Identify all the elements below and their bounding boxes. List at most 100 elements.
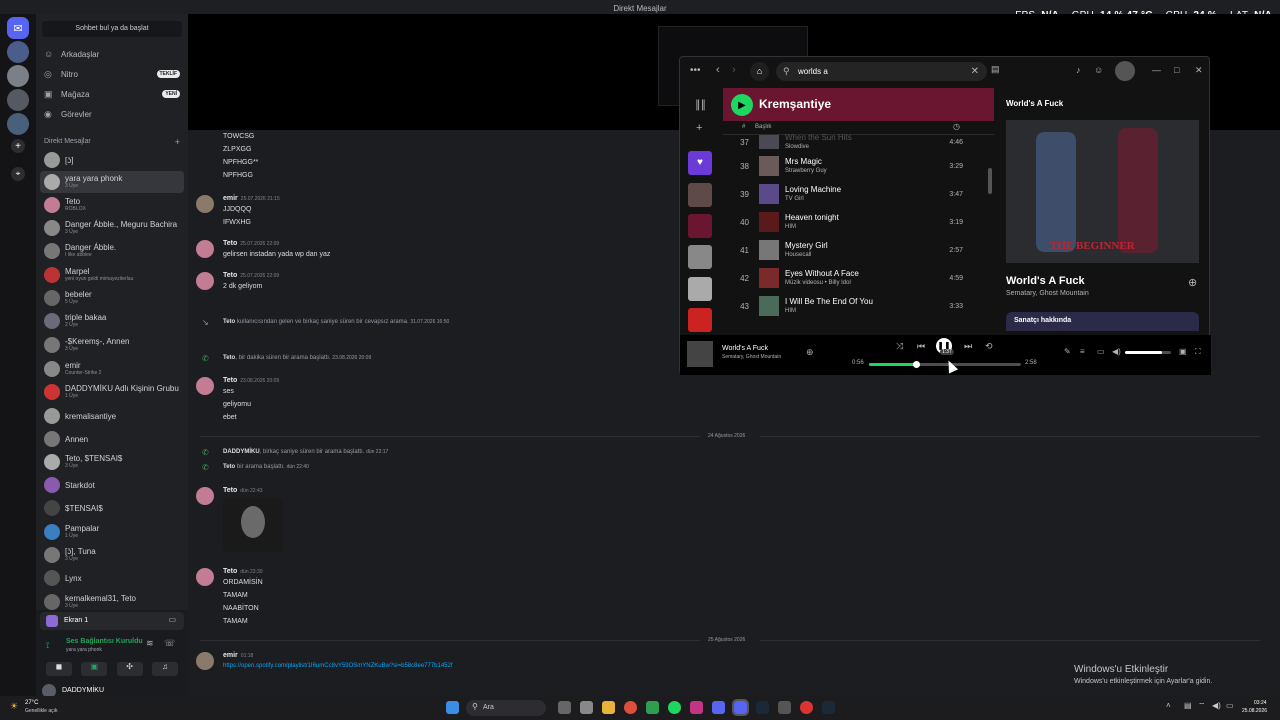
stream-bar[interactable]: Ekran 1 ▭ [40,612,184,630]
nav-shop[interactable]: ▣ Mağaza YENİ [44,86,184,102]
steam-icon[interactable] [822,701,835,714]
track-row[interactable]: 41 Mystery Girl Housecall 2:57 [723,236,994,264]
avatar[interactable] [196,487,214,505]
spotify-icon[interactable] [668,701,681,714]
weather-desc[interactable]: Genellikle açık [25,708,58,714]
dm-item[interactable]: $TENSAI$ [40,497,184,519]
dm-item[interactable]: [ʖ], Tuna 3 Üye [40,544,184,566]
clock-time[interactable]: 03:24 [1254,700,1267,706]
message-author[interactable]: Teto [223,377,237,384]
player-cover[interactable] [687,341,713,367]
taskbar-search[interactable]: ⚲ Ara [466,700,546,716]
disconnect-icon[interactable]: ☏ [164,638,175,649]
queue-icon[interactable]: ≡ [1080,347,1085,356]
dm-item[interactable]: [ʖ] [40,149,184,171]
discord-icon[interactable] [732,699,749,716]
track-artist[interactable]: Strawberry Guy [785,167,827,175]
nav-quests[interactable]: ◉ Görevler [44,106,184,122]
avatar[interactable] [196,240,214,258]
share-screen-icon[interactable]: ▣ [81,662,108,676]
player-artist[interactable]: Sematary, Ghost Mountain [722,354,781,360]
add-to-library-icon[interactable]: ⊕ [1188,276,1197,289]
track-title[interactable]: I Will Be The End Of You [785,297,873,307]
dm-item[interactable]: Teto, $TENSAI$ 3 Üye [40,451,184,473]
create-icon[interactable]: + [696,122,702,134]
forward-icon[interactable]: › [732,64,736,76]
home-icon[interactable]: ⌂ [750,62,769,81]
track-title[interactable]: Loving Machine [785,185,841,195]
scrollbar[interactable] [988,168,992,194]
now-playing-title[interactable]: World's A Fuck [1006,275,1085,287]
volume-slider[interactable] [1125,351,1171,354]
dm-item[interactable]: kremalisantiye [40,405,184,427]
wifi-icon[interactable]: ⌔ [1198,701,1206,711]
library-icon[interactable]: ∥∥ [695,98,706,111]
steam-icon[interactable] [756,701,769,714]
profile-avatar[interactable] [1115,61,1135,81]
track-title[interactable]: Eyes Without A Face [785,269,859,279]
avatar[interactable] [196,568,214,586]
dm-item[interactable]: Danger Ábble., Meguru Bachira 3 Üye [40,217,184,239]
screen-icon[interactable]: ▭ [168,615,176,624]
add-icon[interactable]: ⊕ [806,347,814,358]
maximize-icon[interactable]: □ [1174,65,1179,75]
repeat-icon[interactable]: ⟲ [985,341,993,352]
minecraft-icon[interactable] [646,701,659,714]
liked-songs-icon[interactable]: ♥ [688,151,712,175]
dm-item[interactable]: -$Keremş-, Annen 3 Üye [40,334,184,356]
track-artist[interactable]: TV Girl [785,195,841,203]
spotify-search-input[interactable]: ⚲ worlds a ✕ [776,62,987,81]
bell-icon[interactable]: ♪ [1076,65,1081,75]
dm-item[interactable]: Annen [40,428,184,450]
track-title[interactable]: Mrs Magic [785,157,827,167]
app-icon[interactable] [712,701,725,714]
tray-chevron-icon[interactable]: ˄ [1166,701,1171,710]
more-icon[interactable]: ••• [690,65,701,76]
widget-icon[interactable] [558,701,571,714]
track-row[interactable]: 39 Loving Machine TV Girl 3:47 [723,180,994,208]
playlist-cover[interactable] [688,277,712,301]
volume-tray-icon[interactable]: ◀) [1212,701,1221,710]
message-author[interactable]: emir [223,195,238,202]
progress-knob[interactable] [913,361,921,368]
track-artist[interactable]: Müzik videosu • Billy Idol [785,279,859,287]
fullscreen-icon[interactable]: ⛶ [1195,347,1201,357]
clear-icon[interactable]: ✕ [971,62,979,81]
system-author[interactable]: DADDYMİKU [223,449,260,455]
add-server-icon[interactable]: + [11,139,25,153]
miniplayer-icon[interactable]: ▣ [1179,347,1187,356]
back-icon[interactable]: ‹ [716,64,720,76]
avatar[interactable] [196,272,214,290]
track-title[interactable]: Heaven tonight [785,213,839,223]
avatar[interactable] [196,377,214,395]
noise-suppression-icon[interactable]: ≋ [146,638,154,649]
start-icon[interactable] [446,701,459,714]
dm-item[interactable]: Marpel yeni oyun geldi mimayeziterlau [40,264,184,286]
new-dm-plus-icon[interactable]: + [175,137,180,147]
app-icon[interactable] [778,701,791,714]
dm-item[interactable]: Pampalar 1 Üye [40,521,184,543]
chrome-icon[interactable] [624,701,637,714]
browse-icon[interactable]: ▤ [991,64,1000,75]
message-author[interactable]: Teto [223,568,237,575]
playlist-cover[interactable] [688,183,712,207]
avatar[interactable] [196,652,214,670]
system-author[interactable]: Teto [223,319,235,325]
track-artist[interactable]: HIM [785,223,839,231]
volume-icon[interactable]: ◀) [1112,347,1121,356]
nav-friends[interactable]: ☺ Arkadaşlar [44,46,184,62]
server-icon[interactable] [7,113,29,135]
task-view-icon[interactable] [580,701,593,714]
dm-item[interactable]: yara yara phonk 3 Üye [40,171,184,193]
track-artist[interactable]: Slowdive [785,143,852,151]
track-row[interactable]: 42 Eyes Without A Face Müzik videosu • Bil… [723,264,994,292]
track-row[interactable]: 37 When the Sun Hits Slowdive 4:46 [723,132,994,152]
dm-item[interactable]: Lynx [40,567,184,589]
dm-item[interactable]: Teto ROBLOX [40,194,184,216]
weather-icon[interactable]: ☀ [10,701,18,712]
server-icon[interactable] [7,65,29,87]
discover-icon[interactable]: ⌖ [11,167,25,181]
battery-icon[interactable]: ▭ [1226,701,1234,710]
system-author[interactable]: Teto [223,464,235,470]
minimize-icon[interactable]: — [1152,65,1161,75]
